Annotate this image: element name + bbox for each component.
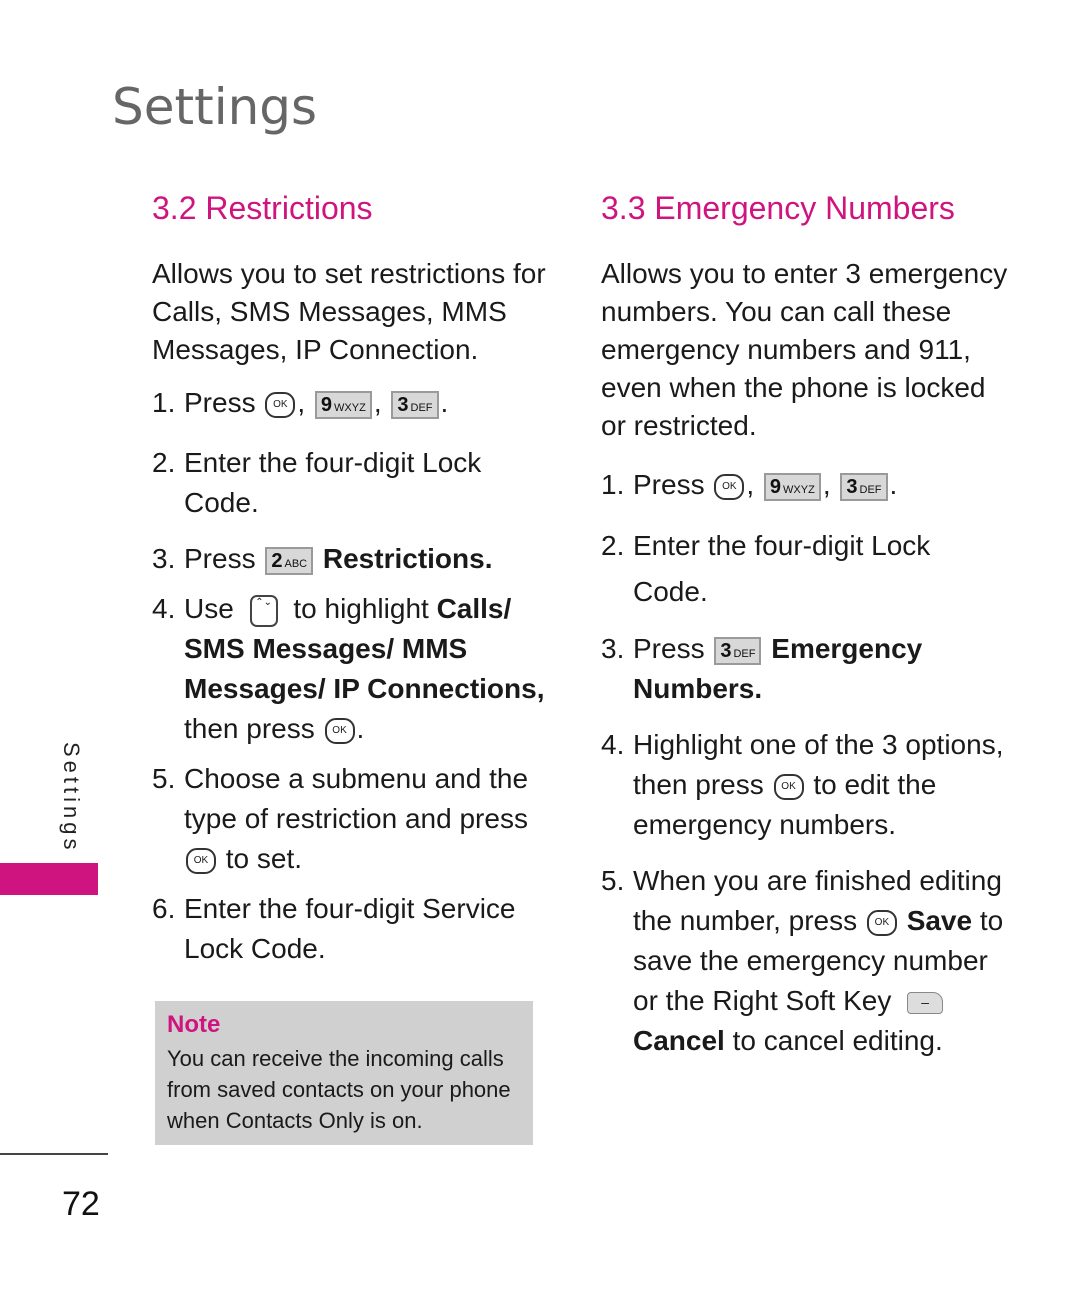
ok-key-icon: OK (324, 717, 355, 744)
page-title: Settings (112, 78, 318, 136)
step-4: 4. Highlight one of the 3 options, then … (601, 729, 1004, 840)
step-4: 4. Use ⌃⌄ to highlight Calls/ SMS Messag… (152, 593, 545, 744)
step-3: 3. Press 3 DEF Emergency Numbers. (601, 633, 923, 704)
key-9-icon: 9 WXYZ (763, 472, 821, 501)
restrictions-section: 3.2 Restrictions Allows you to set restr… (152, 190, 552, 979)
section-description: Allows you to set restrictions for Calls… (152, 258, 546, 365)
section-title: 3.3 Emergency Numbers (601, 190, 955, 226)
step-1: 1. Press OK, 9 WXYZ, 3 DEF. (152, 387, 449, 419)
step-5: 5. Choose a submenu and the type of rest… (152, 763, 529, 874)
key-2-icon: 2 ABC (265, 546, 314, 575)
section-description: Allows you to enter 3 emergency numbers.… (601, 258, 1008, 441)
right-soft-key-icon: – (907, 991, 944, 1014)
ok-key-icon: OK (186, 847, 216, 874)
note-box: Note You can receive the incoming calls … (155, 1001, 533, 1145)
side-section-label: Settings (59, 742, 84, 854)
section-tab-marker (0, 863, 98, 895)
note-title: Note (167, 1011, 221, 1038)
note-text: You can receive the incoming calls from … (167, 1046, 511, 1133)
step-3: 3. Press 2 ABC Restrictions. (152, 543, 493, 575)
key-3-icon: 3 DEF (391, 390, 439, 419)
emergency-numbers-section: 3.3 Emergency Numbers Allows you to ente… (601, 190, 1011, 1071)
step-2: 2. Enter the four-digit Lock Code. (152, 447, 482, 518)
step-2: 2. Enter the four-digit Lock Code. (601, 530, 931, 607)
ok-key-icon: OK (866, 909, 897, 936)
footer-divider (0, 1153, 108, 1155)
step-5: 5. When you are finished editing the num… (601, 865, 1004, 1056)
step-1: 1. Press OK, 9 WXYZ, 3 DEF. (601, 469, 898, 501)
ok-key-icon: OK (773, 773, 804, 800)
section-title: 3.2 Restrictions (152, 190, 373, 226)
key-3-icon: 3 DEF (840, 472, 888, 501)
key-3-icon: 3 DEF (714, 636, 762, 665)
key-9-icon: 9 WXYZ (314, 390, 372, 419)
page-number: 72 (62, 1185, 100, 1223)
navigation-key-icon: ⌃⌄ (249, 594, 278, 627)
ok-key-icon: OK (265, 391, 296, 418)
ok-key-icon: OK (714, 473, 745, 500)
step-6: 6. Enter the four-digit Service Lock Cod… (152, 893, 516, 964)
